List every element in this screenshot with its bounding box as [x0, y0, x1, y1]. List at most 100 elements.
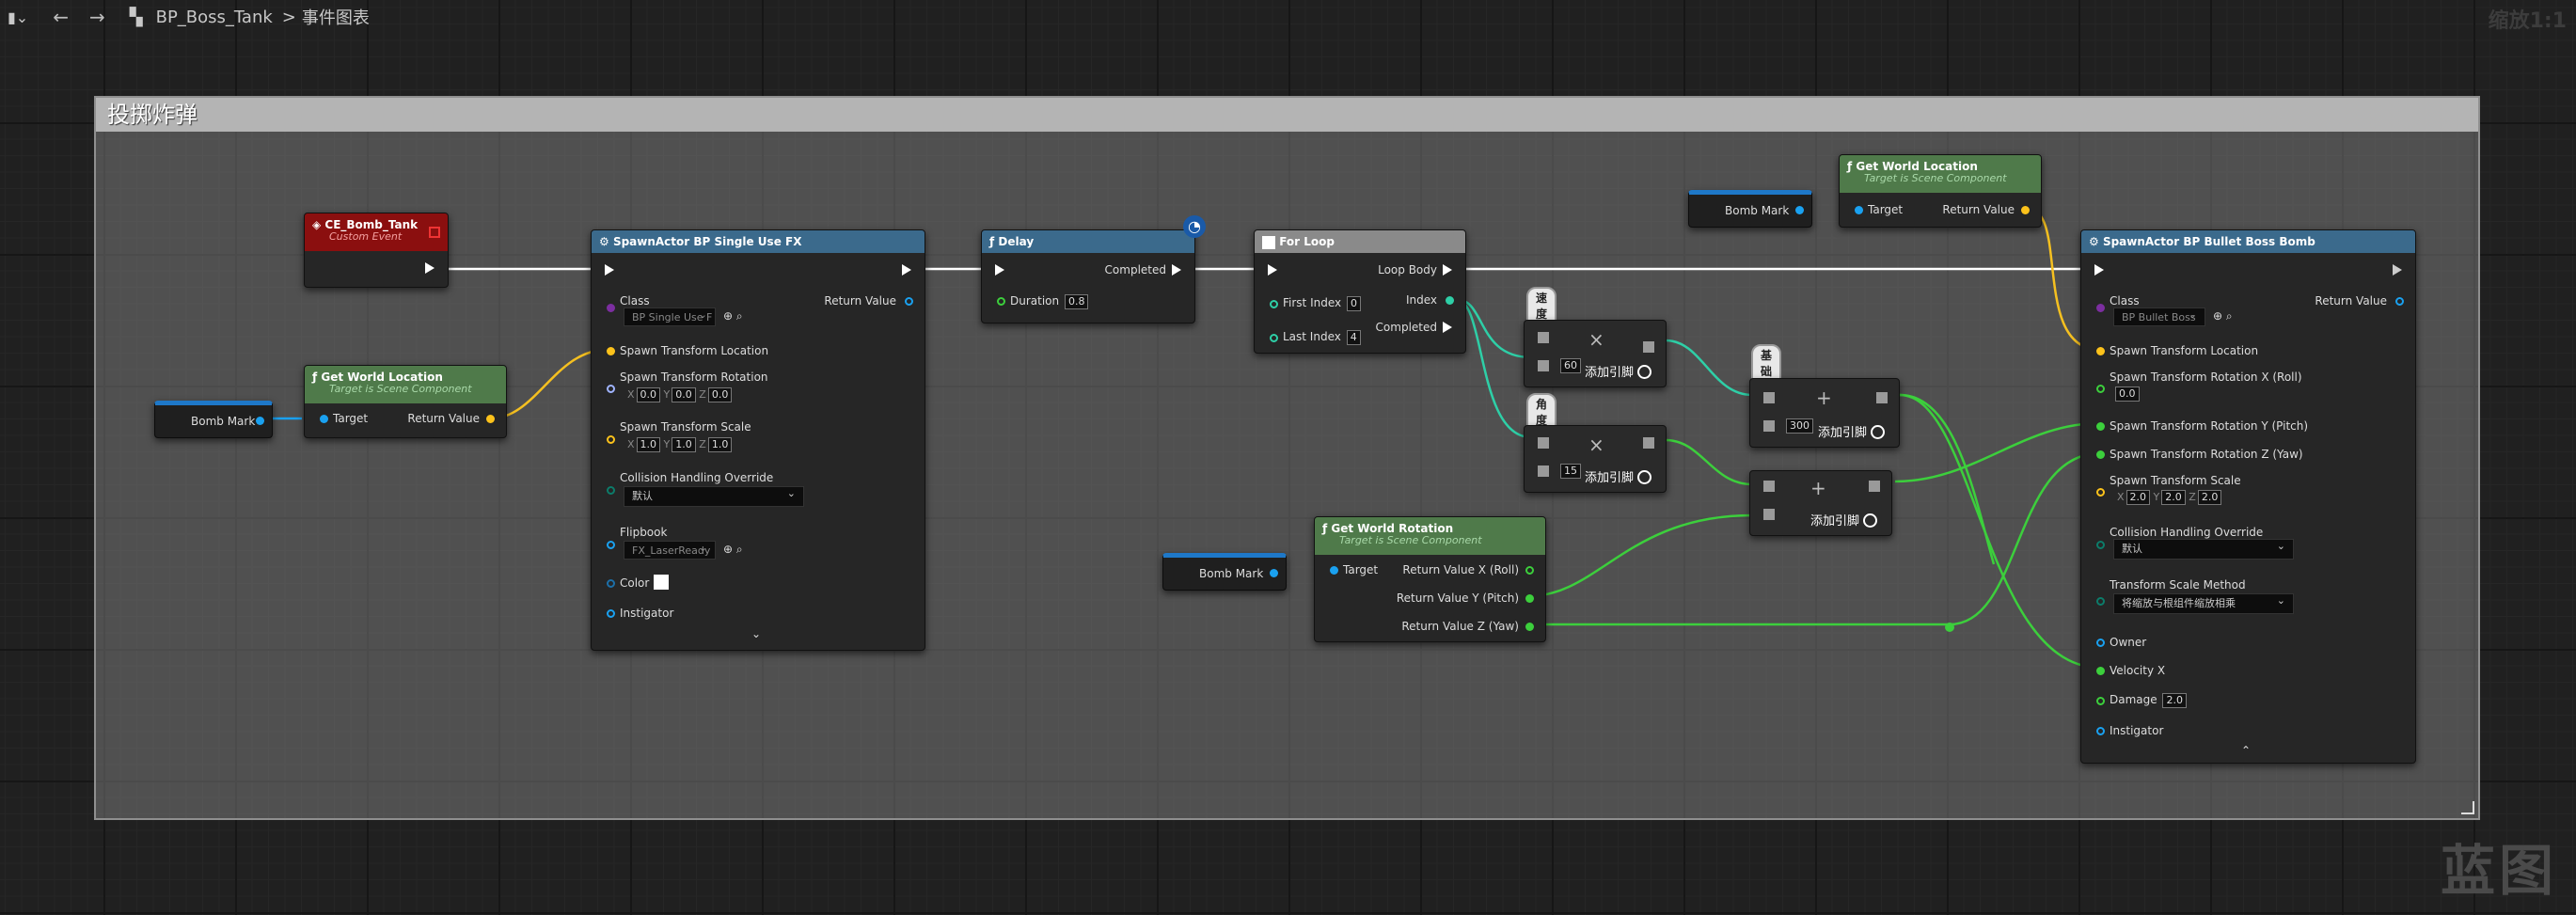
duration-field[interactable]: 0.8 — [1064, 294, 1089, 309]
target-pin[interactable] — [1330, 566, 1338, 575]
add-node[interactable]: + 添加引脚 — [1749, 470, 1892, 536]
value-field[interactable]: 15 — [1560, 464, 1581, 479]
add-pin-button[interactable]: 添加引脚 — [1585, 467, 1652, 485]
float-in-pin[interactable] — [2096, 667, 2105, 675]
scale-method-dropdown[interactable]: 将缩放与根组件缩放相乘 — [2113, 592, 2294, 614]
object-in-pin[interactable] — [2096, 639, 2105, 647]
collision-dropdown[interactable]: 默认 — [624, 484, 804, 507]
object-out-pin[interactable] — [256, 417, 264, 425]
class-dropdown[interactable]: BP Bullet Boss — [2113, 306, 2205, 326]
float-out-pin[interactable] — [1525, 566, 1534, 575]
exec-out-pin[interactable] — [2393, 264, 2402, 276]
float-in-pin[interactable] — [2096, 422, 2105, 431]
get-world-location-node[interactable]: ƒ Get World Location Target is Scene Com… — [304, 365, 507, 438]
get-world-location-node[interactable]: ƒ Get World Location Target is Scene Com… — [1839, 154, 2042, 228]
input-pin[interactable] — [1763, 420, 1775, 432]
object-in-pin[interactable] — [607, 609, 615, 618]
object-in-pin[interactable] — [2096, 727, 2105, 735]
object-in-pin[interactable] — [607, 541, 615, 549]
browse-icon[interactable]: ⊕ ⌕ — [2213, 309, 2233, 323]
graph-menu-icon[interactable]: ▮⌄ — [8, 8, 28, 26]
rotation-values[interactable]: X 0.0 Y 0.0 Z 0.0 — [627, 387, 733, 402]
float-in-pin[interactable] — [997, 297, 1005, 306]
scale-values[interactable]: X 1.0 Y 1.0 Z 1.0 — [627, 437, 733, 452]
float-in-pin[interactable] — [2096, 385, 2105, 393]
multiply-node[interactable]: 15 × 添加引脚 — [1524, 425, 1667, 493]
multiply-node[interactable]: 60 × 添加引脚 — [1524, 320, 1667, 387]
bomb-mark-variable[interactable]: Bomb Mark — [1688, 190, 1812, 228]
float-out-pin[interactable] — [1525, 594, 1534, 603]
value-field[interactable]: 300 — [1786, 418, 1813, 434]
exec-out-pin[interactable] — [1172, 264, 1181, 276]
delay-node[interactable]: ƒ Delay ◔ Completed Duration 0.8 — [981, 215, 1206, 323]
int-in-pin[interactable] — [1270, 334, 1278, 342]
exec-in-pin[interactable] — [995, 264, 1004, 276]
target-pin[interactable] — [320, 415, 328, 423]
output-pin[interactable] — [1876, 392, 1888, 403]
int-out-pin[interactable] — [1446, 296, 1454, 305]
exec-in-pin[interactable] — [2094, 264, 2104, 276]
roll-field[interactable]: 0.0 — [2115, 387, 2140, 402]
vector-in-pin[interactable] — [2096, 488, 2105, 497]
color-in-pin[interactable] — [607, 579, 615, 588]
breadcrumb-graph[interactable]: 事件图表 — [302, 5, 370, 29]
input-pin[interactable] — [1538, 437, 1549, 449]
class-pin[interactable] — [607, 304, 615, 312]
bomb-mark-variable[interactable]: Bomb Mark — [154, 401, 273, 438]
exec-out-pin[interactable] — [1443, 264, 1452, 276]
output-pin[interactable] — [1643, 341, 1654, 353]
float-in-pin[interactable] — [2096, 697, 2105, 705]
input-pin[interactable] — [1763, 392, 1775, 403]
collision-dropdown[interactable]: 默认 — [2113, 537, 2294, 560]
input-pin[interactable] — [1538, 332, 1549, 343]
add-pin-button[interactable]: 添加引脚 — [1810, 511, 1878, 528]
float-out-pin[interactable] — [1525, 623, 1534, 631]
spawn-actor-bomb-node[interactable]: ⚙ SpawnActor BP Bullet Boss Bomb Class B… — [2080, 229, 2416, 764]
class-pin[interactable] — [2096, 304, 2105, 312]
rotator-in-pin[interactable] — [607, 385, 615, 393]
enum-in-pin[interactable] — [607, 486, 615, 495]
exec-out-pin[interactable] — [425, 262, 435, 274]
input-pin[interactable] — [1538, 360, 1549, 371]
object-out-pin[interactable] — [2395, 297, 2404, 306]
arrow-right-icon[interactable]: → — [89, 6, 105, 28]
object-out-pin[interactable] — [1270, 569, 1278, 577]
for-loop-node[interactable]: For Loop Loop Body First Index 0 Index C… — [1254, 229, 1466, 354]
last-index-field[interactable]: 4 — [1346, 330, 1361, 345]
collapse-arrow-icon[interactable]: ⌃ — [2241, 744, 2251, 757]
exec-out-pin[interactable] — [902, 264, 911, 276]
output-pin[interactable] — [1869, 481, 1880, 492]
first-index-field[interactable]: 0 — [1346, 296, 1361, 311]
vector-in-pin[interactable] — [607, 435, 615, 444]
get-world-rotation-node[interactable]: ƒ Get World Rotation Target is Scene Com… — [1314, 516, 1546, 642]
bomb-mark-variable[interactable]: Bomb Mark — [1162, 553, 1287, 591]
vector-in-pin[interactable] — [607, 347, 615, 355]
enum-in-pin[interactable] — [2096, 597, 2105, 606]
custom-event-node[interactable]: ◈ CE_Bomb_Tank Custom Event — [304, 213, 449, 288]
browse-icon[interactable]: ⊕ ⌕ — [723, 309, 743, 323]
exec-in-pin[interactable] — [605, 264, 614, 276]
color-swatch[interactable] — [654, 575, 669, 590]
exec-out-pin[interactable] — [1443, 322, 1452, 333]
object-out-pin[interactable] — [905, 297, 913, 306]
breadcrumb-blueprint[interactable]: BP_Boss_Tank — [156, 8, 273, 27]
input-pin[interactable] — [1763, 509, 1775, 520]
input-pin[interactable] — [1538, 465, 1549, 477]
delegate-pin[interactable] — [429, 227, 440, 238]
value-field[interactable]: 60 — [1560, 358, 1581, 373]
spawn-actor-fx-node[interactable]: ⚙ SpawnActor BP Single Use FX Class BP S… — [591, 229, 925, 651]
float-in-pin[interactable] — [2096, 450, 2105, 459]
damage-field[interactable]: 2.0 — [2162, 693, 2187, 708]
object-out-pin[interactable] — [1795, 206, 1804, 214]
target-pin[interactable] — [1855, 206, 1863, 214]
exec-in-pin[interactable] — [1268, 264, 1277, 276]
arrow-left-icon[interactable]: ← — [53, 6, 69, 28]
vector-out-pin[interactable] — [2021, 206, 2030, 214]
flipbook-dropdown[interactable]: FX_LaserReady — [624, 539, 716, 560]
browse-icon[interactable]: ⊕ ⌕ — [723, 543, 743, 557]
class-dropdown[interactable]: BP Single Use F — [624, 306, 716, 326]
add-pin-button[interactable]: 添加引脚 — [1585, 362, 1652, 380]
expand-arrow-icon[interactable]: ⌄ — [751, 627, 761, 640]
add-pin-button[interactable]: 添加引脚 — [1818, 422, 1886, 440]
add-node[interactable]: 300 + 添加引脚 — [1749, 378, 1900, 448]
